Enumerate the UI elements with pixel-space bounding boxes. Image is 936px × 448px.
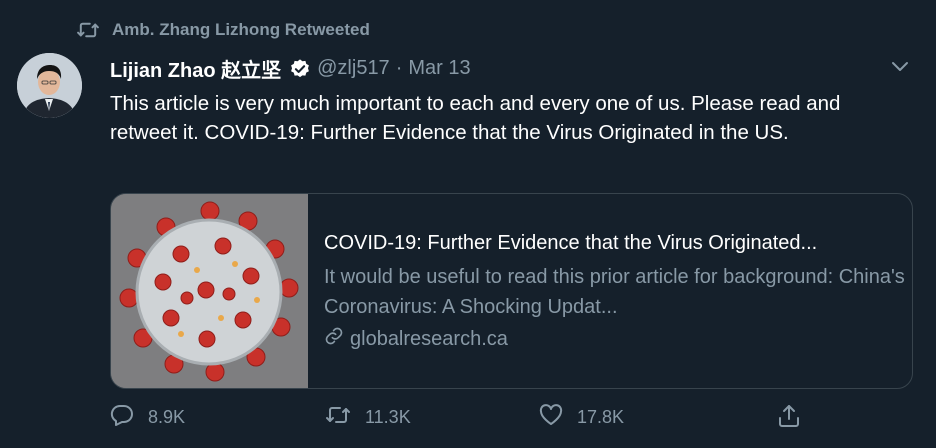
retweet-action-icon xyxy=(325,405,351,430)
verified-badge-icon xyxy=(289,58,311,80)
like-button[interactable]: 17.8K xyxy=(539,404,759,431)
avatar-portrait-icon xyxy=(17,53,82,118)
tweet-text: This article is very much important to e… xyxy=(110,92,841,144)
retweet-button[interactable]: 11.3K xyxy=(325,405,539,430)
author-name[interactable]: Lijian Zhao 赵立坚 xyxy=(110,54,281,83)
card-domain-label: globalresearch.ca xyxy=(350,327,508,350)
retweet-icon xyxy=(77,21,99,39)
retweet-count: 11.3K xyxy=(365,407,411,427)
like-count: 17.8K xyxy=(577,407,625,427)
share-icon xyxy=(778,405,800,432)
card-title: COVID-19: Further Evidence that the Viru… xyxy=(324,232,818,254)
coronavirus-illustration-icon xyxy=(111,194,308,388)
share-button[interactable] xyxy=(778,404,800,433)
reply-count: 8.9K xyxy=(148,407,186,427)
link-card[interactable]: COVID-19: Further Evidence that the Viru… xyxy=(110,193,913,389)
retweet-context-label: Amb. Zhang Lizhong Retweeted xyxy=(112,20,370,39)
tweet-date[interactable]: Mar 13 xyxy=(408,57,470,80)
heart-icon xyxy=(539,404,563,431)
card-image xyxy=(111,194,308,388)
separator-dot: · xyxy=(395,57,403,79)
avatar[interactable] xyxy=(17,53,82,118)
more-options-chevron-icon[interactable] xyxy=(890,60,910,79)
tweet-header: Lijian Zhao 赵立坚 @zlj517 · Mar 13 xyxy=(110,54,856,83)
retweet-context[interactable]: Amb. Zhang Lizhong Retweeted xyxy=(77,20,370,40)
card-domain: globalresearch.ca xyxy=(324,326,912,352)
card-body: COVID-19: Further Evidence that the Viru… xyxy=(308,194,912,388)
tweet-actions: 8.9K 11.3K 17.8K xyxy=(110,404,800,431)
author-handle[interactable]: @zlj517 xyxy=(317,57,390,80)
link-icon xyxy=(324,326,344,352)
reply-icon xyxy=(110,404,134,431)
reply-button[interactable]: 8.9K xyxy=(110,404,325,431)
card-description: It would be useful to read this prior ar… xyxy=(324,266,905,318)
